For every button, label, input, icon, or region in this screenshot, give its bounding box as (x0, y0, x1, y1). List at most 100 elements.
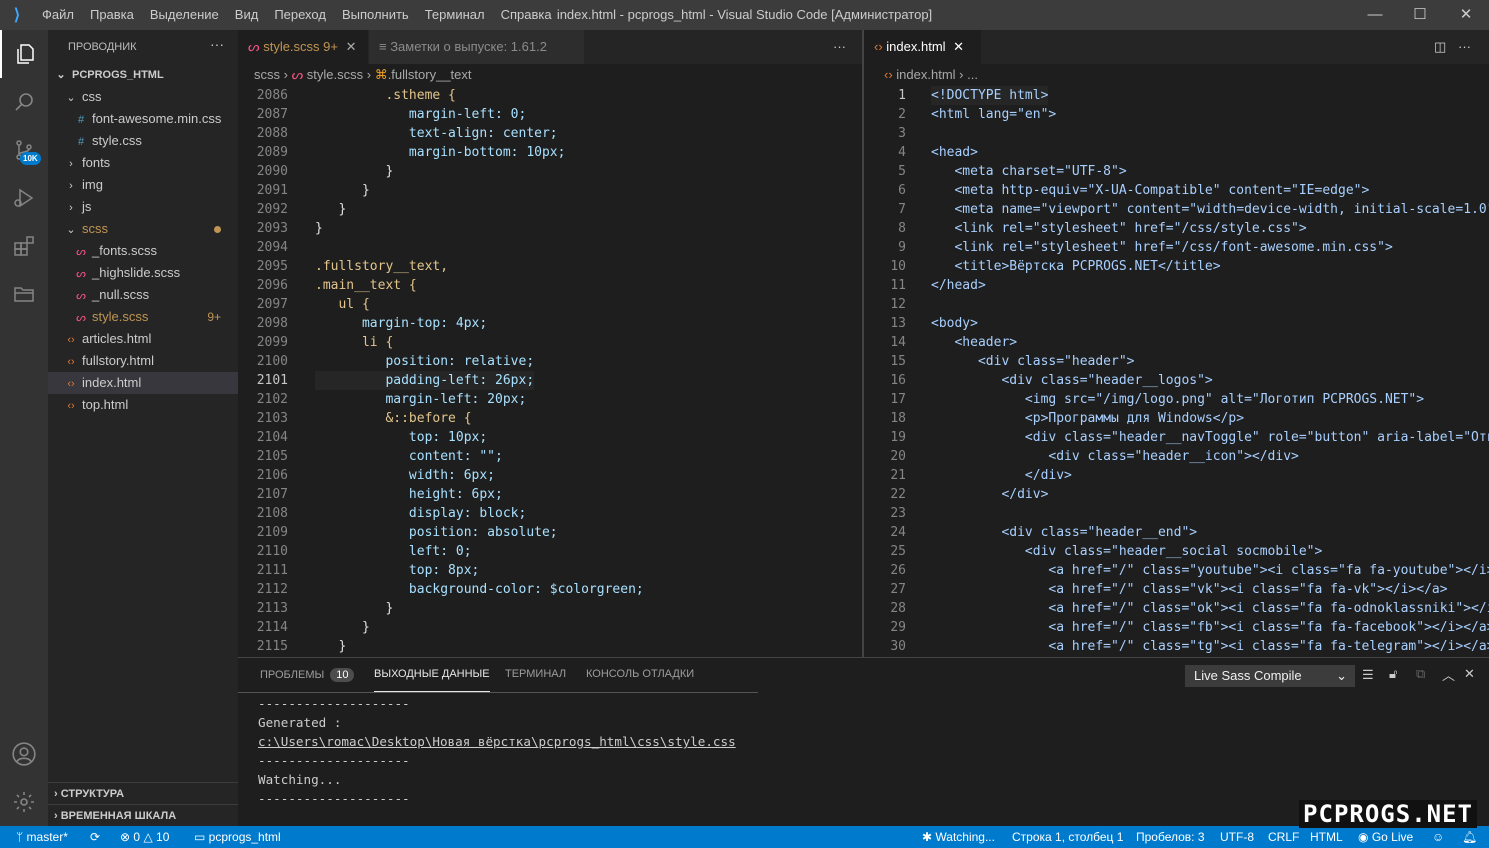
end-of-line[interactable]: CRLF (1268, 826, 1299, 848)
file-tree-label: style.scss (92, 309, 149, 324)
code-line: <div class="header"> (931, 354, 1135, 369)
close-tab-icon[interactable]: ✕ (346, 39, 357, 54)
settings-gear-icon[interactable] (0, 778, 48, 826)
file-tree-label: index.html (82, 375, 142, 390)
file-tree-item[interactable]: › fonts (48, 152, 238, 174)
notifications-bell-icon[interactable]: 🔔︎ (1462, 826, 1477, 848)
account-icon[interactable] (0, 730, 48, 778)
go-live-button[interactable]: ◉ Go Live (1358, 826, 1413, 848)
scss-file-icon: ᔕ (76, 312, 86, 324)
breadcrumb-item[interactable]: .fullstory__text (388, 67, 472, 82)
maximize-panel-icon[interactable]: ︿ (1442, 665, 1455, 684)
sass-watching[interactable]: ✱ Watching... (922, 826, 995, 848)
line-number: 2112 (256, 582, 288, 597)
code-line: margin-left: 20px; (315, 392, 527, 407)
problems-count-badge: 10 (330, 668, 355, 682)
branch-indicator[interactable]: ᛘ master* (16, 826, 68, 848)
file-tree-item[interactable]: # font-awesome.min.css (48, 108, 238, 130)
menu-go[interactable]: Переход (266, 0, 334, 30)
file-tree-item[interactable]: ᔕ style.scss 9+ (48, 306, 238, 328)
output-line[interactable]: c:\Users\romac\Desktop\Новая вёрстка\pcp… (258, 732, 736, 751)
source-control-icon[interactable] (0, 126, 48, 174)
menu-edit[interactable]: Правка (82, 0, 142, 30)
code-line: <link rel="stylesheet" href="/css/font-a… (931, 240, 1393, 255)
indentation[interactable]: Пробелов: 3 (1136, 826, 1205, 848)
tab-release-notes[interactable]: ≡ Заметки о выпуске: 1.61.2 (369, 30, 584, 64)
editor-more-actions-icon[interactable]: ··· (1448, 30, 1481, 64)
file-tree-item[interactable]: ᔕ _highslide.scss (48, 262, 238, 284)
section-outline[interactable]: › СТРУКТУРА (48, 782, 238, 804)
file-tree-item[interactable]: › js (48, 196, 238, 218)
search-icon[interactable] (0, 78, 48, 126)
file-tree-item[interactable]: ‹› index.html (48, 372, 238, 394)
close-window-button[interactable]: ✕ (1443, 0, 1489, 30)
html-file-icon: ‹› (67, 378, 75, 390)
remote-explorer-icon[interactable] (0, 270, 48, 318)
file-tree-item[interactable]: ᔕ _fonts.scss (48, 240, 238, 262)
more-actions-icon[interactable]: ··· (210, 36, 224, 52)
explorer-icon[interactable] (0, 30, 48, 78)
line-number: 4 (898, 145, 906, 160)
folder-indicator[interactable]: ▭ pcprogs_html (194, 826, 281, 848)
line-number: 2101 (256, 373, 288, 388)
line-number: 2095 (256, 259, 288, 274)
line-number: 2107 (256, 487, 288, 502)
file-tree-item[interactable]: ‹› articles.html (48, 328, 238, 350)
panel-divider (238, 692, 758, 693)
problems-indicator[interactable]: ⊗ 0 △ 10 (120, 826, 169, 848)
tab-style-scss[interactable]: ᔕ style.scss 9+ ✕ (238, 30, 368, 64)
menu-help[interactable]: Справка (493, 0, 560, 30)
maximize-button[interactable]: ☐ (1397, 0, 1443, 30)
file-tree-item[interactable]: ‹› fullstory.html (48, 350, 238, 372)
file-tree-item[interactable]: ⌄ css (48, 86, 238, 108)
sync-icon[interactable]: ⟳ (90, 826, 100, 848)
lock-scroll-icon[interactable]: 🔓︎ (1389, 666, 1397, 682)
line-number: 2115 (256, 639, 288, 654)
close-tab-icon[interactable]: ✕ (953, 39, 964, 54)
section-timeline[interactable]: › ВРЕМЕННАЯ ШКАЛА (48, 804, 238, 826)
menu-run[interactable]: Выполнить (334, 0, 417, 30)
panel-tab-problems[interactable]: ПРОБЛЕМЫ 10 (260, 668, 355, 692)
workspace-root[interactable]: ⌄ PCPROGS_HTML (48, 64, 238, 86)
file-tree-item[interactable]: › img (48, 174, 238, 196)
file-tree-item[interactable]: ‹› top.html (48, 394, 238, 416)
file-tree-item[interactable]: ⌄ scss (48, 218, 238, 240)
file-tree-item[interactable]: ᔕ _null.scss (48, 284, 238, 306)
panel-tab-terminal[interactable]: ТЕРМИНАЛ (505, 668, 566, 692)
line-number: 22 (890, 487, 906, 502)
file-tree-item[interactable]: # style.css (48, 130, 238, 152)
left-code-editor[interactable]: 2086 .stheme {2087 margin-left: 0; 2088 t… (238, 86, 862, 657)
menu-terminal[interactable]: Терминал (417, 0, 493, 30)
clear-output-icon[interactable]: ☰ (1362, 667, 1374, 683)
tab-problem-count: 9+ (323, 39, 338, 54)
line-number: 11 (890, 278, 906, 293)
open-log-icon[interactable]: ⧉ (1416, 666, 1425, 682)
output-line: Generated : (258, 715, 342, 730)
menu-selection[interactable]: Выделение (142, 0, 227, 30)
panel-tab-debug-console[interactable]: КОНСОЛЬ ОТЛАДКИ (586, 668, 694, 692)
extensions-icon[interactable] (0, 222, 48, 270)
close-panel-icon[interactable]: ✕ (1464, 666, 1475, 682)
breadcrumb-item[interactable]: ... (967, 67, 978, 82)
line-number: 2089 (256, 145, 288, 160)
menu-view[interactable]: Вид (227, 0, 267, 30)
encoding[interactable]: UTF-8 (1220, 826, 1254, 848)
panel-tab-output[interactable]: ВЫХОДНЫЕ ДАННЫЕ (374, 668, 490, 692)
breadcrumb-item[interactable]: index.html (896, 67, 955, 82)
minimize-button[interactable]: — (1352, 0, 1398, 30)
breadcrumb-item[interactable]: scss (254, 67, 280, 82)
breadcrumb-item[interactable]: style.scss (307, 67, 363, 82)
menu-file[interactable]: Файл (34, 0, 82, 30)
code-line: position: relative; (315, 354, 535, 369)
language-mode[interactable]: HTML (1310, 826, 1343, 848)
cursor-position[interactable]: Строка 1, столбец 1 (1012, 826, 1123, 848)
output-channel-select[interactable]: Live Sass Compile ⌄ (1185, 665, 1355, 687)
line-number: 2105 (256, 449, 288, 464)
right-code-editor[interactable]: 1 <!DOCTYPE html> 2 <html lang="en"> 3 4 <head… (864, 86, 1489, 657)
output-line: -------------------- (258, 791, 410, 806)
run-debug-icon[interactable] (0, 174, 48, 222)
tab-index-html[interactable]: ‹› index.html ✕ (864, 30, 981, 64)
editor-more-actions-icon[interactable]: ··· (823, 30, 856, 64)
line-number: 29 (890, 620, 906, 635)
feedback-icon[interactable]: ☺ (1432, 826, 1444, 848)
